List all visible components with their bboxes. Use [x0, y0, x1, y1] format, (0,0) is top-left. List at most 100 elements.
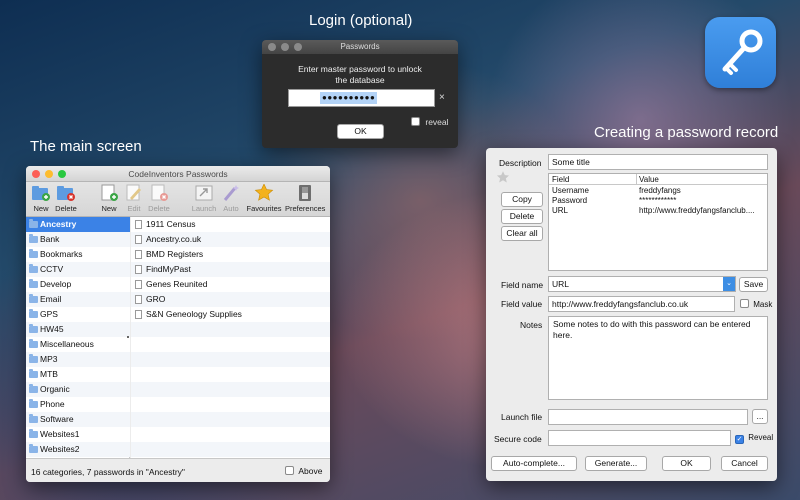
main-window: CodeInventors Passwords New Delete New E… [26, 166, 330, 482]
reveal-checkbox-box[interactable] [411, 117, 420, 126]
field-cell: Username [552, 186, 589, 195]
category-item[interactable]: Bank [26, 232, 130, 247]
status-text: 16 categories, 7 passwords in "Ancestry" [31, 467, 185, 477]
category-item[interactable]: HW45 [26, 322, 130, 337]
category-item[interactable]: Email [26, 292, 130, 307]
category-item[interactable]: MTB [26, 367, 130, 382]
mask-checkbox-box[interactable] [740, 299, 749, 308]
category-item[interactable]: Develop [26, 277, 130, 292]
category-item[interactable]: Ancestry [26, 217, 130, 232]
value-column-divider [636, 174, 637, 185]
value-column-header[interactable]: Value [639, 174, 659, 185]
field-name-value: URL [552, 279, 570, 289]
delete-category-button[interactable]: Delete [46, 184, 86, 213]
mask-checkbox[interactable]: Mask [740, 299, 772, 309]
clear-all-button[interactable]: Clear all [501, 226, 543, 241]
favourites-button[interactable]: Favourites [244, 184, 284, 213]
category-item[interactable]: Organic [26, 382, 130, 397]
login-dialog: Passwords Enter master password to unloc… [262, 40, 458, 148]
field-column-header[interactable]: Field [552, 174, 569, 185]
password-item[interactable]: Genes Reunited [131, 277, 330, 292]
category-label: Bank [40, 234, 60, 244]
login-title: Passwords [340, 42, 380, 51]
field-row[interactable]: URL http://www.freddyfangsfanclub.... [549, 206, 767, 216]
doc-delete-icon [151, 184, 168, 201]
field-value-label: Field value [501, 299, 543, 309]
above-checkbox-box[interactable] [285, 466, 294, 475]
master-password-field[interactable]: ●●●●●●●●●● [288, 89, 435, 107]
description-input[interactable]: Some title [548, 154, 768, 170]
folder-icon [29, 294, 38, 303]
delete-password-button[interactable]: Delete [139, 184, 179, 213]
category-item[interactable]: GPS [26, 307, 130, 322]
minimize-icon[interactable] [45, 170, 53, 178]
secure-code-input[interactable] [548, 430, 731, 446]
folder-icon [29, 414, 38, 423]
splitter-handle[interactable] [127, 336, 129, 338]
zoom-icon[interactable] [58, 170, 66, 178]
reveal-code-checkbox[interactable]: ✓ Reveal [735, 433, 773, 444]
category-label: HW45 [40, 324, 64, 334]
zoom-icon[interactable] [294, 43, 302, 51]
field-name-label: Field name [501, 280, 544, 290]
empty-row [131, 352, 330, 367]
record-window: Description Some title Field Value Usern… [486, 148, 777, 481]
launch-file-label: Launch file [501, 412, 543, 422]
launch-file-input[interactable] [548, 409, 748, 425]
password-item[interactable]: S&N Geneology Supplies [131, 307, 330, 322]
field-name-combo[interactable]: URL ⌄ [548, 276, 736, 292]
folder-icon [29, 309, 38, 318]
category-item[interactable]: Websites2 [26, 442, 130, 457]
password-item[interactable]: GRO [131, 292, 330, 307]
above-label: Above [298, 466, 323, 476]
category-item[interactable]: Miscellaneous [26, 337, 130, 352]
folder-icon [29, 234, 38, 243]
category-item[interactable]: Phone [26, 397, 130, 412]
value-cell: freddyfangs [639, 186, 681, 195]
category-label: Bookmarks [40, 249, 83, 259]
reveal-code-checkbox-box[interactable]: ✓ [735, 435, 744, 444]
category-item[interactable]: Websites1 [26, 427, 130, 442]
reveal-label: reveal [425, 117, 449, 127]
password-item[interactable]: FindMyPast [131, 262, 330, 277]
notes-textarea[interactable]: Some notes to do with this password can … [548, 316, 768, 400]
cancel-button[interactable]: Cancel [721, 456, 768, 471]
autocomplete-button[interactable]: Auto-complete... [491, 456, 577, 471]
save-field-button[interactable]: Save [739, 277, 768, 292]
category-item[interactable]: Software [26, 412, 130, 427]
category-item[interactable]: CCTV [26, 262, 130, 277]
minimize-icon[interactable] [281, 43, 289, 51]
field-value-input[interactable]: http://www.freddyfangsfanclub.co.uk [548, 296, 735, 312]
category-item[interactable]: Bookmarks [26, 247, 130, 262]
reveal-checkbox[interactable]: reveal [411, 117, 449, 127]
password-item[interactable]: Ancestry.co.uk [131, 232, 330, 247]
password-label: 1911 Census [146, 219, 196, 229]
fields-table-header: Field Value [549, 174, 767, 185]
browse-button[interactable]: ... [752, 409, 768, 424]
clear-password-icon[interactable]: × [439, 92, 445, 103]
password-item[interactable]: BMD Registers [131, 247, 330, 262]
category-item[interactable]: MP3 [26, 352, 130, 367]
favourite-star-icon[interactable] [496, 171, 510, 184]
close-icon[interactable] [32, 170, 40, 178]
login-ok-button[interactable]: OK [337, 124, 384, 139]
preferences-button[interactable]: Preferences [285, 184, 325, 213]
copy-button[interactable]: Copy [501, 192, 543, 207]
reveal-code-label: Reveal [748, 433, 774, 442]
field-row[interactable]: Username freddyfangs [549, 186, 767, 196]
ok-button[interactable]: OK [662, 456, 711, 471]
empty-row [131, 427, 330, 442]
category-label: CCTV [40, 264, 64, 274]
empty-row [131, 442, 330, 457]
login-titlebar: Passwords [262, 40, 458, 54]
password-item[interactable]: 1911 Census [131, 217, 330, 232]
toolbar-label: Preferences [285, 204, 326, 213]
delete-field-button[interactable]: Delete [501, 209, 543, 224]
field-row[interactable]: Password ************ [549, 196, 767, 206]
category-label: GPS [40, 309, 58, 319]
above-checkbox[interactable]: Above [285, 466, 322, 476]
document-icon [135, 265, 142, 274]
chevron-down-icon[interactable]: ⌄ [723, 277, 735, 291]
close-icon[interactable] [268, 43, 276, 51]
generate-button[interactable]: Generate... [585, 456, 647, 471]
